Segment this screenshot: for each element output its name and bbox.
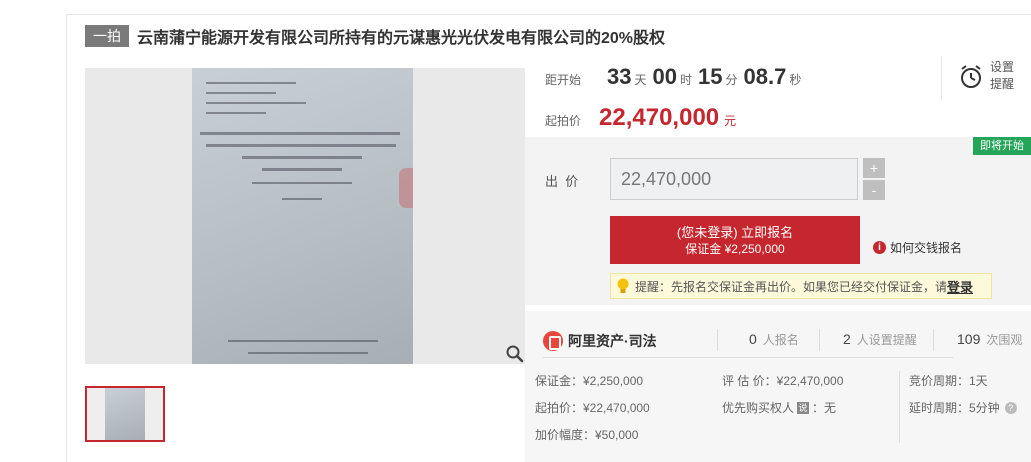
register-deposit-label: 保证金 ¥2,250,000 [685,241,785,256]
start-price-row: 起拍价 22,470,000 元 [545,104,736,132]
countdown: 距开始 33 天 00 时 15 分 08.7 秒 [545,64,801,94]
explain-icon[interactable]: 说 [797,401,810,414]
start-price-info: 起拍价：¥22,470,000 [535,401,650,415]
delay-cycle-info: 延时周期：5分钟 ? [909,399,1017,416]
stat-registered-label: 人报名 [762,333,799,347]
register-button-label: (您未登录) 立即报名 [676,224,794,240]
countdown-hours-unit: 时 [680,73,693,87]
login-link[interactable]: 登录 [947,277,973,296]
increment-info: 加价幅度：¥50,000 [535,428,639,442]
countdown-seconds: 08.7 [743,64,787,89]
set-reminder-button[interactable]: 设置 提醒 [941,56,1031,100]
zoom-icon[interactable] [505,344,525,364]
platform-brand[interactable]: 阿里资产·司法 [543,331,657,351]
stat-reminders-label: 人设置提醒 [856,333,917,347]
start-price-unit: 元 [724,114,737,128]
countdown-minutes-unit: 分 [725,73,738,87]
delay-cycle-text: 延时周期：5分钟 [909,401,1000,415]
bidding-cycle-info: 竞价周期：1天 [909,374,988,388]
appraisal-info: 评 估 价：¥22,470,000 [722,374,844,388]
brand-name: 阿里资产·司法 [568,333,657,349]
stat-registered-count: 0 [749,331,757,347]
reminder-label-line1: 设置 [990,60,1015,74]
alarm-clock-icon [961,65,981,88]
countdown-days-unit: 天 [634,73,647,87]
help-icon[interactable]: ? [1004,401,1017,414]
auction-round-badge: 一拍 [85,25,129,47]
status-badge: 即将开始 [973,137,1031,155]
title-row: 一拍 云南蒲宁能源开发有限公司所持有的元谋惠光光伏发电有限公司的20%股权 [85,24,665,48]
stat-views-label: 次围观 [986,333,1023,347]
tip-text: 提醒：先报名交保证金再出价。如果您已经交付保证金，请 [635,279,948,294]
bid-panel: 即将开始 出 价 + - (您未登录) 立即报名 保证金 ¥2,250,000 … [525,137,1031,305]
info-icon: i [873,241,886,254]
register-button[interactable]: (您未登录) 立即报名 保证金 ¥2,250,000 [610,216,860,264]
auction-details: 阿里资产·司法 0 人报名 2 人设置提醒 109 次围观 保证金：¥2,250… [525,311,1031,462]
countdown-minutes: 15 [698,64,723,89]
priority-buyer-info: 优先购买权人 说 ：无 [722,399,836,416]
priority-buyer-label: 优先购买权人 [722,401,795,415]
stat-reminders: 2 人设置提醒 [843,331,917,348]
page-title: 云南蒲宁能源开发有限公司所持有的元谋惠光光伏发电有限公司的20%股权 [137,30,666,47]
thumbnail-1[interactable] [85,386,165,442]
countdown-days: 33 [607,64,632,89]
countdown-label: 距开始 [545,73,582,87]
stat-registered: 0 人报名 [749,331,799,348]
main-photo[interactable] [85,68,525,364]
how-to-register-label: 如何交钱报名 [890,241,963,255]
how-to-register-link[interactable]: i 如何交钱报名 [873,239,962,256]
stat-views: 109 次围观 [957,331,1022,348]
frame-left-border [66,14,67,462]
deposit-info: 保证金：¥2,250,000 [535,374,644,388]
priority-buyer-value: ：无 [812,401,837,415]
start-price-value: 22,470,000 [599,104,720,131]
lightbulb-icon [617,278,629,293]
countdown-hours: 00 [652,64,677,89]
frame-top-border [66,14,1031,15]
reminder-label-line2: 提醒 [990,77,1015,91]
stat-reminders-count: 2 [843,331,851,347]
stat-views-count: 109 [957,331,981,347]
increase-bid-button[interactable]: + [863,158,885,178]
ali-asset-logo-icon [543,331,563,351]
bid-label: 出 价 [545,174,579,189]
countdown-seconds-unit: 秒 [789,73,802,87]
document-photo [192,68,413,364]
start-price-label: 起拍价 [545,114,582,128]
bid-amount-input[interactable] [610,158,858,200]
decrease-bid-button[interactable]: - [863,180,885,200]
login-tip: 提醒：先报名交保证金再出价。如果您已经交付保证金，请 登录 [610,273,992,299]
